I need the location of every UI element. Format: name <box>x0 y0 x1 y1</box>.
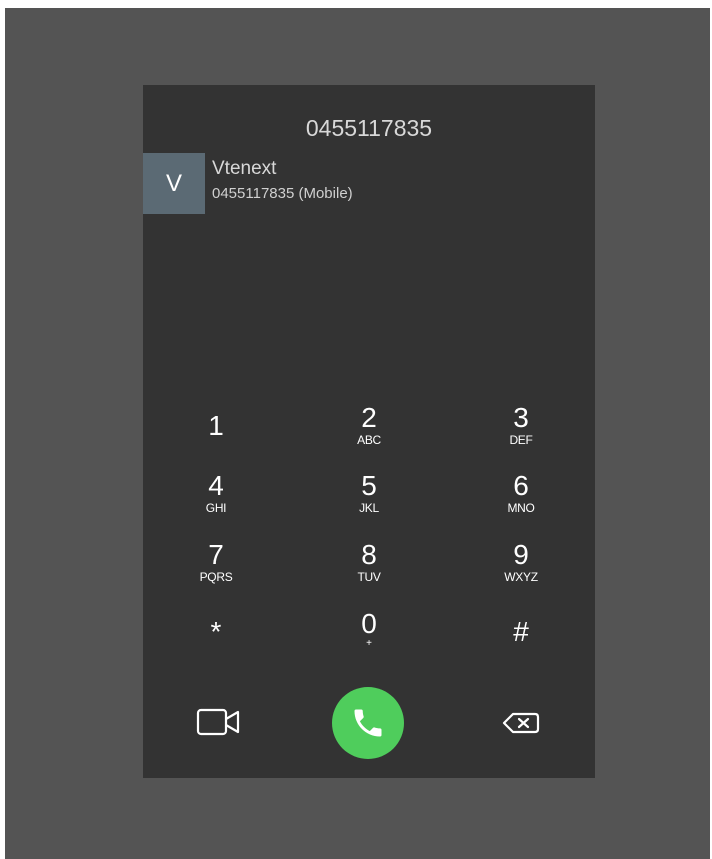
keypad: 1 2 ABC 3 DEF 4 GHI 5 JKL 6 MNO 7 PQRS 8… <box>143 403 595 675</box>
dialer-panel: 0455117835 V Vtenext 0455117835 (Mobile)… <box>143 85 595 778</box>
key-letters: GHI <box>205 501 227 515</box>
key-letters: + <box>366 638 372 649</box>
key-5[interactable]: 5 JKL <box>319 471 419 533</box>
key-letters: PQRS <box>199 570 233 584</box>
backspace-icon <box>502 712 540 734</box>
key-3[interactable]: 3 DEF <box>471 403 571 465</box>
key-digit: 5 <box>361 470 377 501</box>
avatar: V <box>143 153 205 214</box>
key-digit: 3 <box>513 402 529 433</box>
key-7[interactable]: 7 PQRS <box>166 540 266 602</box>
dialer-actions <box>143 687 595 759</box>
key-digit: 4 <box>208 470 224 501</box>
key-letters: MNO <box>507 501 535 515</box>
key-8[interactable]: 8 TUV <box>319 540 419 602</box>
video-camera-icon <box>196 708 240 736</box>
key-letters: ABC <box>357 433 381 447</box>
key-star[interactable]: * <box>166 609 266 671</box>
key-9[interactable]: 9 WXYZ <box>471 540 571 602</box>
key-digit: 2 <box>361 402 377 433</box>
key-1[interactable]: 1 <box>166 403 266 465</box>
key-0[interactable]: 0 + <box>319 609 419 671</box>
key-hash[interactable]: # <box>471 609 571 671</box>
key-letters: JKL <box>359 501 379 515</box>
backspace-button[interactable] <box>501 711 541 735</box>
contact-suggestion[interactable]: V Vtenext 0455117835 (Mobile) <box>143 153 595 214</box>
key-4[interactable]: 4 GHI <box>166 471 266 533</box>
key-digit: # <box>513 616 529 647</box>
phone-icon <box>354 709 382 737</box>
key-digit: 9 <box>513 539 529 570</box>
key-digit: 1 <box>208 410 224 441</box>
key-digit: * <box>210 616 222 647</box>
key-letters: WXYZ <box>504 570 538 584</box>
contact-number: 0455117835 (Mobile) <box>212 185 353 202</box>
page-background: 0455117835 V Vtenext 0455117835 (Mobile)… <box>5 8 710 859</box>
key-digit: 0 <box>361 608 377 639</box>
video-call-button[interactable] <box>196 707 242 737</box>
dialed-number: 0455117835 <box>305 115 433 141</box>
key-digit: 8 <box>361 539 377 570</box>
key-letters: TUV <box>357 570 381 584</box>
key-letters: DEF <box>509 433 533 447</box>
call-button[interactable] <box>332 687 404 759</box>
key-2[interactable]: 2 ABC <box>319 403 419 465</box>
key-digit: 6 <box>513 470 529 501</box>
contact-name: Vtenext <box>212 158 277 179</box>
key-digit: 7 <box>208 539 224 570</box>
key-6[interactable]: 6 MNO <box>471 471 571 533</box>
